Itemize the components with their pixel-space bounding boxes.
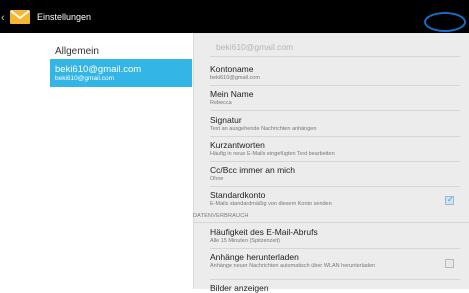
email-app-icon[interactable] bbox=[10, 8, 30, 26]
pref-summary: Alle 15 Minuten (Spitzenzeit) bbox=[210, 238, 281, 244]
account-settings-pane: beki610@gmail.com Kontoname beki610@gmai… bbox=[193, 33, 469, 293]
pref-summary: Rebecca bbox=[210, 100, 232, 106]
pref-title: Bilder anzeigen bbox=[210, 283, 269, 293]
divider bbox=[210, 56, 460, 57]
divider bbox=[210, 279, 460, 280]
divider bbox=[210, 85, 460, 86]
account-name: beki610@gmail.com bbox=[55, 64, 142, 75]
download-attachments-checkbox[interactable] bbox=[445, 259, 454, 268]
pref-title: Cc/Bcc immer an mich bbox=[210, 165, 296, 175]
divider bbox=[210, 136, 460, 137]
divider bbox=[210, 248, 460, 249]
sidebar-item-general[interactable]: Allgemein bbox=[55, 46, 99, 57]
pref-title: Anhänge herunterladen bbox=[210, 252, 299, 262]
action-bar: ‹ Einstellungen bbox=[0, 0, 469, 33]
pref-title: Mein Name bbox=[210, 89, 254, 99]
pref-summary: Ohne bbox=[210, 176, 224, 182]
settings-sidebar: Allgemein beki610@gmail.com beki610@gmai… bbox=[0, 33, 192, 289]
pref-title: Standardkonto bbox=[210, 190, 266, 200]
pane-header: beki610@gmail.com bbox=[216, 42, 294, 52]
pref-summary: Häufig in neue E-Mails eingefügten Text … bbox=[210, 151, 335, 157]
account-email: beki610@gmail.com bbox=[55, 75, 114, 82]
divider bbox=[210, 186, 460, 187]
pref-summary: E-Mails standardmäßig von diesem Konto s… bbox=[210, 201, 332, 207]
pref-title: Häufigkeit des E-Mail-Abrufs bbox=[210, 227, 318, 237]
pref-title: Kontoname bbox=[210, 64, 254, 74]
pref-title: Signatur bbox=[210, 115, 242, 125]
pref-title: Kurzantworten bbox=[210, 140, 265, 150]
pref-summary: Anhänge neuer Nachrichten automatisch üb… bbox=[210, 263, 376, 269]
section-header-data-usage: DATENVERBRAUCH bbox=[193, 213, 249, 219]
section-divider bbox=[194, 222, 469, 223]
pref-summary: Text an ausgehende Nachrichten anhängen bbox=[210, 126, 317, 132]
pref-summary: beki610@gmail.com bbox=[210, 75, 260, 81]
divider bbox=[210, 161, 460, 162]
divider bbox=[210, 110, 460, 111]
sidebar-item-account[interactable]: beki610@gmail.com beki610@gmail.com bbox=[50, 59, 192, 87]
highlight-annotation bbox=[424, 12, 466, 32]
page-title: Einstellungen bbox=[37, 12, 92, 22]
default-account-checkbox[interactable] bbox=[445, 195, 454, 205]
